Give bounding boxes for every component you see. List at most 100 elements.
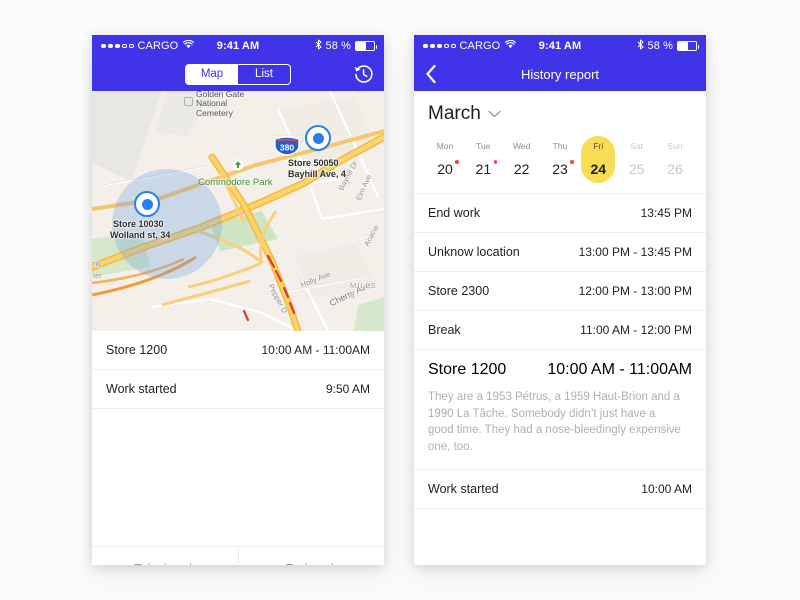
status-right-group: 58 % [637, 39, 699, 53]
row-value: 13:45 PM [640, 206, 692, 220]
marker-ring [305, 125, 331, 151]
map-list-segmented-control[interactable]: Map List [185, 63, 291, 85]
map-label-ter: ter [93, 271, 102, 280]
row-title: Store 1200 [106, 343, 168, 357]
chevron-down-icon[interactable] [488, 105, 501, 123]
row-title: End work [428, 206, 481, 220]
calendar-day-25[interactable]: Sat 25 [620, 136, 654, 183]
battery-icon [355, 41, 377, 51]
svg-text:380: 380 [280, 142, 294, 152]
day-of-week-label: Fri [593, 141, 604, 151]
status-left-group: CARGO [101, 39, 195, 52]
marker-ring [134, 191, 160, 217]
activity-dot [570, 160, 574, 164]
row-description: They are a 1953 Pétrus, a 1959 Haut-Brio… [428, 391, 681, 454]
day-number-label: 24 [590, 161, 607, 177]
row-title: Break [428, 323, 461, 337]
row-title: Work started [428, 481, 499, 496]
history-entry-list: End work 13:45 PM Unknow location 13:00 … [414, 194, 706, 509]
day-of-week-label: Sun [667, 141, 683, 151]
map-marker-label-store-10030-subtitle: Wolland st, 34 [110, 230, 171, 240]
map-marker-label-store-10030-title: Store 10030 [113, 219, 164, 229]
row-title: Work started [106, 382, 177, 396]
left-footer-actions: Take break End work [92, 546, 384, 565]
table-row[interactable]: Work started 9:50 AM [92, 370, 384, 409]
map-label-commodore-park: Commodore Park [198, 177, 273, 188]
map-view[interactable]: Golden Gate National Cemetery Commodore … [92, 91, 384, 331]
segment-map[interactable]: Map [186, 64, 238, 84]
end-work-button[interactable]: End work [237, 547, 385, 565]
chevron-left-icon[interactable] [425, 64, 437, 84]
signal-strength-icon [101, 43, 134, 49]
marker-dot [312, 132, 324, 144]
signal-strength-icon [423, 43, 456, 49]
table-row[interactable]: Break 11:00 AM - 12:00 PM [414, 311, 706, 350]
calendar-day-23[interactable]: Thu 23 [543, 136, 577, 183]
screenshot-stage: CARGO 9:41 AM 58 % Map List Golden Gate … [0, 0, 800, 600]
row-title: Unknow location [428, 245, 520, 259]
calendar-day-26[interactable]: Sun 26 [658, 136, 692, 183]
segment-list[interactable]: List [238, 65, 290, 84]
day-of-week-label: Mon [436, 141, 454, 151]
battery-percent-label: 58 % [325, 40, 351, 52]
phone-right-history-screen: CARGO 9:41 AM 58 % History report March … [414, 35, 706, 565]
wifi-icon [183, 39, 195, 52]
page-title: History report [520, 66, 600, 82]
day-of-week-label: Wed [512, 141, 531, 151]
map-marker-label-store-50050-title: Store 50050 [288, 158, 339, 168]
cemetery-poi-icon [184, 97, 193, 106]
carrier-label: CARGO [137, 40, 179, 52]
map-marker-store-10030[interactable] [134, 191, 160, 217]
month-selector[interactable]: March [428, 103, 692, 136]
row-header: Store 1200 10:00 AM - 11:00AM [428, 350, 692, 389]
map-label-mills-f: MILLS F [350, 281, 377, 300]
row-value: 10:00 AM - 11:00AM [547, 360, 692, 378]
battery-percent-label: 58 % [647, 40, 673, 52]
row-title: Store 2300 [428, 284, 490, 298]
calendar-day-21[interactable]: Tue 21 [466, 136, 500, 183]
day-of-week-label: Sat [630, 141, 644, 151]
day-of-week-label: Thu [552, 141, 568, 151]
row-value: 9:50 AM [325, 382, 370, 396]
row-title: Store 1200 [428, 360, 507, 378]
row-value: 10:00 AM [641, 481, 692, 496]
day-number-label: 21 [476, 160, 498, 177]
activity-dot [493, 160, 498, 164]
calendar-day-24-selected[interactable]: Fri 24 [581, 136, 616, 183]
left-empty-area [92, 409, 384, 546]
table-row[interactable]: Work started 10:00 AM [414, 470, 706, 509]
row-value: 10:00 AM - 11:00AM [261, 343, 370, 357]
map-label-2: Cemetery [196, 108, 233, 118]
day-number-label: 20 [437, 160, 459, 177]
day-number-label: 22 [513, 161, 530, 177]
calendar-widget: March Mon 20 Tue 21 Wed 22 Thu 23 Fri 24… [414, 91, 706, 193]
day-number-label: 25 [628, 161, 645, 177]
map-marker-store-50050[interactable] [305, 125, 331, 151]
row-value: 12:00 PM - 13:00 PM [578, 284, 692, 298]
row-value: 11:00 AM - 12:00 PM [580, 323, 692, 337]
map-label-no: no [93, 259, 102, 268]
table-row[interactable]: Store 2300 12:00 PM - 13:00 PM [414, 272, 706, 311]
table-row[interactable]: End work 13:45 PM [414, 194, 706, 233]
nav-bar-right: History report [414, 57, 706, 91]
month-label: March [428, 103, 481, 124]
day-of-week-label: Tue [476, 141, 491, 151]
day-number-label: 23 [552, 160, 574, 177]
table-row-expanded[interactable]: Store 1200 10:00 AM - 11:00AM They are a… [414, 350, 706, 470]
calendar-day-22[interactable]: Wed 22 [505, 136, 539, 183]
status-bar-left: CARGO 9:41 AM 58 % [92, 35, 384, 57]
wifi-icon [505, 39, 517, 52]
table-row[interactable]: Store 1200 10:00 AM - 11:00AM [92, 331, 384, 370]
take-break-button[interactable]: Take break [92, 547, 238, 566]
battery-icon [677, 41, 699, 51]
table-row[interactable]: Unknow location 13:00 PM - 13:45 PM [414, 233, 706, 272]
calendar-day-20[interactable]: Mon 20 [428, 136, 462, 183]
nav-bar-left: Map List [92, 57, 384, 91]
day-number-label: 26 [667, 161, 683, 177]
marker-dot [141, 198, 153, 210]
history-clock-icon[interactable] [353, 64, 374, 85]
left-activity-list: Store 1200 10:00 AM - 11:00AM Work start… [92, 331, 384, 409]
row-value: 13:00 PM - 13:45 PM [578, 245, 692, 259]
carrier-label: CARGO [459, 40, 501, 52]
bluetooth-icon [637, 39, 644, 53]
